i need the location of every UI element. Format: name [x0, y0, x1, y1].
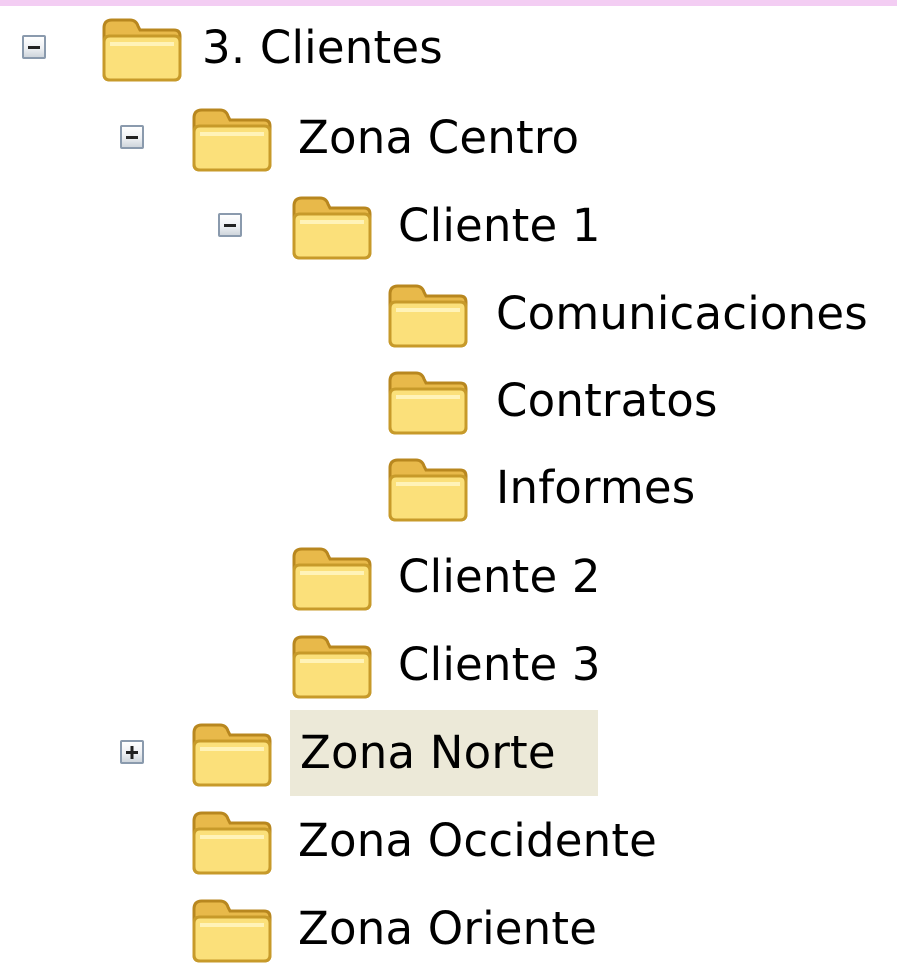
folder-icon	[190, 895, 274, 965]
folder-open-icon	[190, 104, 274, 174]
tree-node-label: Zona Centro	[298, 111, 580, 164]
tree-node-label: Zona Oriente	[298, 902, 598, 955]
folder-icon	[190, 807, 274, 877]
folder-icon	[290, 543, 374, 613]
tree-node-informes[interactable]: Informes	[0, 444, 897, 532]
folder-open-icon	[100, 14, 184, 84]
tree-node-label: Informes	[496, 461, 696, 514]
tree-node-label: Zona Occidente	[298, 814, 658, 867]
collapse-icon[interactable]	[120, 125, 144, 149]
folder-tree: 3. Clientes Zona Centro Cliente 1 Comuni…	[0, 0, 897, 963]
tree-node-zona-centro[interactable]: Zona Centro	[0, 94, 897, 182]
collapse-icon[interactable]	[22, 35, 46, 59]
tree-node-label: Comunicaciones	[496, 287, 868, 340]
folder-open-icon	[290, 192, 374, 262]
tree-node-cliente-2[interactable]: Cliente 2	[0, 533, 897, 621]
tree-node-zona-occidente[interactable]: Zona Occidente	[0, 797, 897, 885]
tree-node-zona-oriente[interactable]: Zona Oriente	[0, 885, 897, 973]
folder-icon	[386, 367, 470, 437]
folder-icon	[386, 454, 470, 524]
tree-node-clientes[interactable]: 3. Clientes	[0, 4, 897, 92]
collapse-icon[interactable]	[218, 213, 242, 237]
tree-node-cliente-3[interactable]: Cliente 3	[0, 621, 897, 709]
expand-icon[interactable]	[120, 740, 144, 764]
tree-node-cliente-1[interactable]: Cliente 1	[0, 182, 897, 270]
tree-node-label: 3. Clientes	[202, 21, 443, 74]
tree-node-zona-norte[interactable]: Zona Norte	[0, 709, 897, 797]
tree-node-label-selected: Zona Norte	[290, 710, 598, 796]
folder-icon	[190, 719, 274, 789]
tree-node-label: Cliente 2	[398, 550, 601, 603]
tree-node-label: Cliente 1	[398, 199, 601, 252]
tree-node-contratos[interactable]: Contratos	[0, 357, 897, 445]
tree-node-comunicaciones[interactable]: Comunicaciones	[0, 270, 897, 358]
tree-node-label: Contratos	[496, 374, 718, 427]
folder-icon	[290, 631, 374, 701]
folder-icon	[386, 280, 470, 350]
tree-node-label: Cliente 3	[398, 638, 601, 691]
